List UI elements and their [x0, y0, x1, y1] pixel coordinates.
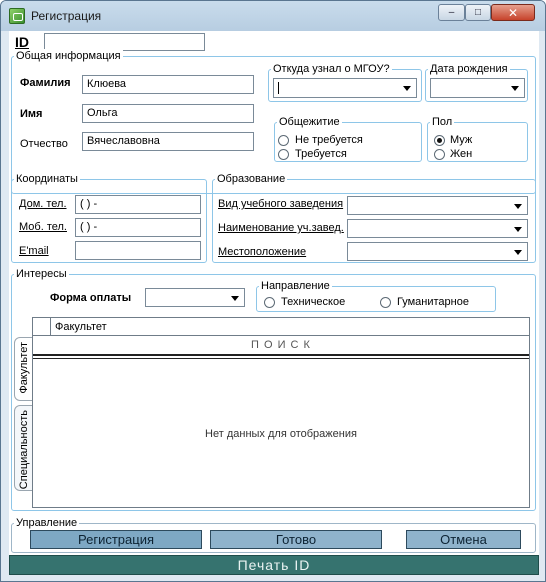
search-label: П О И С К	[251, 339, 311, 351]
direction-technical-radio[interactable]	[264, 297, 275, 308]
registration-window: Регистрация – □ ✕ ID Общая информация Фа…	[0, 0, 546, 582]
home-phone-input[interactable]: ( ) -	[75, 195, 201, 214]
maximize-button[interactable]: □	[465, 4, 491, 21]
email-label: E'mail	[19, 245, 49, 257]
patronymic-label: Отчество	[20, 138, 68, 150]
dorm-not-required-radio[interactable]	[278, 135, 289, 146]
payment-form-combo[interactable]	[145, 288, 245, 307]
title-bar: Регистрация – □ ✕	[1, 1, 545, 31]
gender-male-radio[interactable]	[434, 135, 445, 146]
surname-label: Фамилия	[20, 77, 71, 89]
dorm-not-required-label: Не требуется	[295, 134, 363, 146]
chevron-down-icon[interactable]	[511, 245, 525, 259]
name-label: Имя	[20, 108, 43, 120]
tab-specialty-label: Специальность	[18, 410, 30, 490]
close-button[interactable]: ✕	[491, 4, 535, 21]
interests-group: Интересы Форма оплаты Направление Технич…	[11, 267, 536, 511]
id-label: ID	[15, 34, 29, 50]
direction-humanitarian-label: Гуманитарное	[397, 296, 469, 308]
empty-grid-text: Нет данных для отображения	[205, 428, 357, 440]
direction-title: Направление	[259, 279, 332, 293]
source-combo[interactable]	[273, 78, 417, 98]
payment-form-label: Форма оплаты	[50, 292, 132, 304]
education-title: Образование	[215, 172, 288, 186]
direction-group: Направление Техническое Гуманитарное	[256, 279, 496, 312]
contacts-title: Координаты	[14, 172, 80, 186]
general-info-title: Общая информация	[14, 49, 123, 63]
tab-faculty[interactable]: Факультет	[14, 337, 33, 401]
gender-male-label: Муж	[450, 134, 473, 146]
dorm-required-radio[interactable]	[278, 149, 289, 160]
management-title: Управление	[14, 516, 80, 530]
institution-name-combo[interactable]	[347, 219, 528, 238]
search-bar[interactable]: П О И С К	[33, 337, 529, 353]
tab-specialty[interactable]: Специальность	[14, 405, 33, 491]
management-group: Управление Регистрация Готово Отмена	[11, 516, 536, 553]
gender-group: Пол Муж Жен	[427, 115, 528, 162]
interests-title: Интересы	[14, 267, 69, 281]
contacts-group: Координаты Дом. тел. ( ) - Моб. тел. ( )…	[11, 172, 207, 263]
institution-name-label: Наименование уч.завед.	[218, 222, 344, 234]
text-caret	[278, 82, 279, 94]
app-icon	[9, 8, 25, 24]
chevron-down-icon[interactable]	[511, 222, 525, 236]
location-combo[interactable]	[347, 242, 528, 261]
mobile-phone-label: Моб. тел.	[19, 221, 67, 233]
gender-female-label: Жен	[450, 148, 473, 160]
birthdate-title: Дата рождения	[428, 62, 510, 76]
gender-female-radio[interactable]	[434, 149, 445, 160]
grid-row-selector-header	[33, 318, 51, 335]
chevron-down-icon[interactable]	[511, 199, 525, 213]
surname-input[interactable]: Клюева	[82, 75, 254, 94]
dormitory-group: Общежитие Не требуется Требуется	[274, 115, 422, 162]
mobile-phone-input[interactable]: ( ) -	[75, 218, 201, 237]
name-input[interactable]: Ольга	[82, 104, 254, 123]
minimize-button[interactable]: –	[438, 4, 465, 21]
window-title: Регистрация	[31, 9, 102, 23]
location-label: Местоположение	[218, 246, 307, 258]
grid-filter-row[interactable]	[33, 354, 529, 359]
register-button[interactable]: Регистрация	[30, 530, 202, 549]
grid-header-row: Факультет	[33, 318, 529, 336]
done-button[interactable]: Готово	[210, 530, 382, 549]
institution-type-label: Вид учебного заведения	[218, 198, 344, 210]
chevron-down-icon[interactable]	[228, 291, 242, 305]
home-phone-label: Дом. тел.	[19, 198, 67, 210]
source-title: Откуда узнал о МГОУ?	[271, 62, 392, 76]
education-group: Образование Вид учебного заведения Наиме…	[212, 172, 536, 263]
email-input[interactable]	[75, 241, 201, 260]
direction-technical-label: Техническое	[281, 296, 346, 308]
form-client-area: ID Общая информация Фамилия Клюева Имя О…	[9, 31, 539, 575]
grid-header-faculty[interactable]: Факультет	[55, 320, 107, 334]
chevron-down-icon[interactable]	[508, 81, 522, 95]
source-group: Откуда узнал о МГОУ?	[268, 62, 422, 102]
institution-type-combo[interactable]	[347, 196, 528, 215]
dormitory-title: Общежитие	[277, 115, 342, 129]
chevron-down-icon[interactable]	[400, 81, 414, 95]
patronymic-input[interactable]: Вячеславовна	[82, 132, 254, 151]
birthdate-group: Дата рождения	[425, 62, 528, 102]
faculty-grid: Факультет П О И С К Нет данных для отобр…	[32, 317, 530, 508]
gender-title: Пол	[430, 115, 455, 129]
birthdate-picker[interactable]	[430, 78, 525, 98]
direction-humanitarian-radio[interactable]	[380, 297, 391, 308]
cancel-button[interactable]: Отмена	[406, 530, 521, 549]
print-id-button[interactable]: Печать ID	[9, 555, 539, 575]
dorm-required-label: Требуется	[295, 148, 347, 160]
tab-faculty-label: Факультет	[18, 342, 30, 394]
